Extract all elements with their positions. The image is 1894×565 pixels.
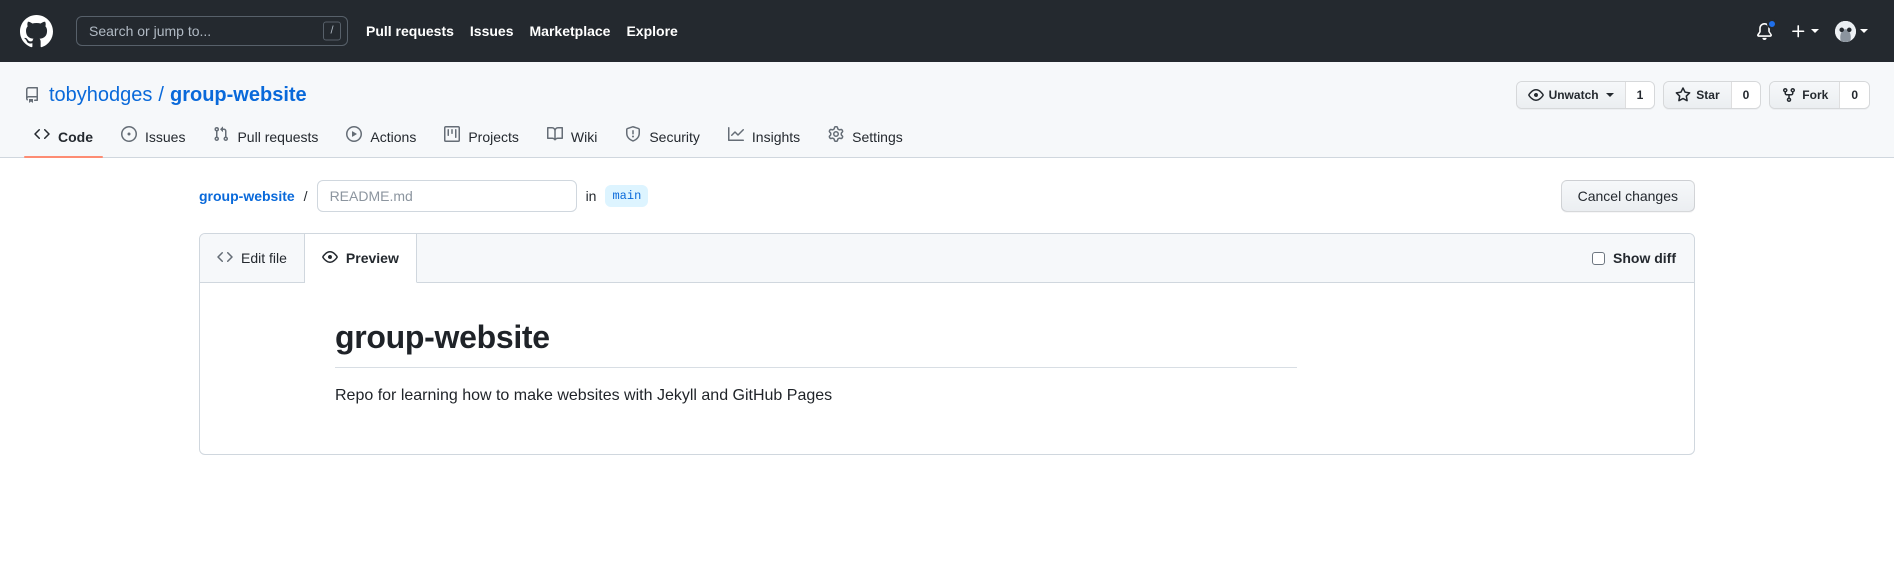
fork-button-group: Fork 0 <box>1769 81 1870 109</box>
tabbar-spacer: Show diff <box>417 234 1694 282</box>
tab-code[interactable]: Code <box>24 126 103 158</box>
editor-panel: Edit file Preview Show diff group-websit… <box>199 233 1695 455</box>
nav-marketplace[interactable]: Marketplace <box>530 23 611 39</box>
tab-actions-label: Actions <box>370 128 417 145</box>
github-logo-icon[interactable] <box>20 11 60 51</box>
account-menu-button[interactable] <box>1835 20 1868 42</box>
filename-input[interactable] <box>316 180 577 212</box>
nav-explore[interactable]: Explore <box>626 23 677 39</box>
eye-icon <box>322 249 338 268</box>
tab-settings-label: Settings <box>852 128 903 145</box>
fork-label: Fork <box>1802 88 1829 102</box>
star-button-group: Star 0 <box>1663 81 1762 109</box>
search-container: / <box>76 16 348 46</box>
repository-breadcrumb: tobyhodges / group-website <box>49 84 307 107</box>
file-editor-container: group-website / in main Cancel changes E… <box>0 158 1894 455</box>
watch-count[interactable]: 1 <box>1624 82 1655 108</box>
create-new-button[interactable] <box>1790 23 1819 40</box>
file-path-row: group-website / in main Cancel changes <box>199 180 1695 212</box>
tab-code-label: Code <box>58 128 93 145</box>
preview-heading: group-website <box>335 317 1297 368</box>
chevron-down-icon <box>1811 29 1819 33</box>
tab-edit-file-label: Edit file <box>241 250 287 266</box>
code-icon <box>34 126 50 147</box>
play-icon <box>346 126 363 147</box>
preview-paragraph: Repo for learning how to make websites w… <box>335 387 833 404</box>
tab-pull-requests-label: Pull requests <box>237 128 319 145</box>
tab-preview[interactable]: Preview <box>304 234 417 283</box>
unwatch-label: Unwatch <box>1548 88 1599 102</box>
tab-projects-label: Projects <box>468 128 519 145</box>
show-diff-label: Show diff <box>1613 250 1676 266</box>
tab-wiki-label: Wiki <box>570 128 598 145</box>
breadcrumb-separator: / <box>303 188 308 204</box>
breadcrumb-repo-link[interactable]: group-website <box>199 188 295 204</box>
notification-indicator-dot <box>1767 19 1777 29</box>
tab-wiki[interactable]: Wiki <box>537 126 607 157</box>
tab-issues-label: Issues <box>145 128 186 145</box>
book-icon <box>546 126 563 147</box>
tab-security[interactable]: Security <box>615 126 710 157</box>
shield-icon <box>625 126 641 147</box>
markdown-preview-body: group-website Repo for learning how to m… <box>200 283 1694 454</box>
repo-owner-link[interactable]: tobyhodges <box>49 84 152 107</box>
global-header: / Pull requests Issues Marketplace Explo… <box>0 0 1894 62</box>
star-count[interactable]: 0 <box>1730 82 1761 108</box>
nav-issues[interactable]: Issues <box>470 23 514 39</box>
issue-opened-icon <box>121 126 137 147</box>
tab-preview-label: Preview <box>345 250 399 266</box>
chevron-down-icon <box>1860 29 1868 33</box>
unwatch-button[interactable]: Unwatch <box>1516 82 1625 108</box>
code-icon <box>217 249 233 268</box>
show-diff-checkbox[interactable] <box>1592 251 1605 265</box>
repository-actions: Unwatch 1 Star 0 Fork 0 <box>1515 81 1870 109</box>
repository-tabs: Code Issues Pull requests Actions Projec… <box>24 126 1870 158</box>
graph-icon <box>727 126 744 147</box>
repo-name-link[interactable]: group-website <box>170 84 307 107</box>
star-button[interactable]: Star <box>1664 82 1731 108</box>
repository-header: tobyhodges / group-website Unwatch 1 Sta… <box>0 62 1894 158</box>
repo-icon <box>24 87 40 103</box>
star-label: Star <box>1696 88 1720 102</box>
repository-title-row: tobyhodges / group-website Unwatch 1 Sta… <box>24 78 1870 112</box>
tab-settings[interactable]: Settings <box>818 126 913 157</box>
fork-button[interactable]: Fork <box>1770 82 1840 108</box>
show-diff-toggle[interactable]: Show diff <box>1592 250 1676 266</box>
notifications-button[interactable] <box>1754 19 1777 41</box>
git-pull-request-icon <box>213 126 229 147</box>
tab-issues[interactable]: Issues <box>111 126 195 157</box>
search-input[interactable] <box>76 16 348 46</box>
tab-projects[interactable]: Projects <box>434 126 529 157</box>
watch-button-group: Unwatch 1 <box>1515 81 1656 109</box>
header-actions <box>1754 19 1874 42</box>
branch-badge: main <box>605 185 649 207</box>
tab-actions[interactable]: Actions <box>336 126 426 157</box>
global-nav: Pull requests Issues Marketplace Explore <box>366 23 678 39</box>
tab-edit-file[interactable]: Edit file <box>200 234 305 282</box>
cancel-changes-button[interactable]: Cancel changes <box>1560 180 1695 212</box>
tab-insights-label: Insights <box>751 128 801 145</box>
in-label: in <box>585 188 597 204</box>
project-icon <box>444 126 461 147</box>
chevron-down-icon <box>1605 93 1614 97</box>
repo-breadcrumb-separator: / <box>158 83 164 106</box>
avatar <box>1835 20 1856 42</box>
fork-count[interactable]: 0 <box>1839 82 1869 108</box>
gear-icon <box>828 126 844 147</box>
tab-insights[interactable]: Insights <box>718 126 810 157</box>
nav-pull-requests[interactable]: Pull requests <box>366 23 454 39</box>
tab-pull-requests[interactable]: Pull requests <box>203 126 328 157</box>
editor-tabbar: Edit file Preview Show diff <box>200 234 1694 283</box>
tab-security-label: Security <box>649 128 700 145</box>
